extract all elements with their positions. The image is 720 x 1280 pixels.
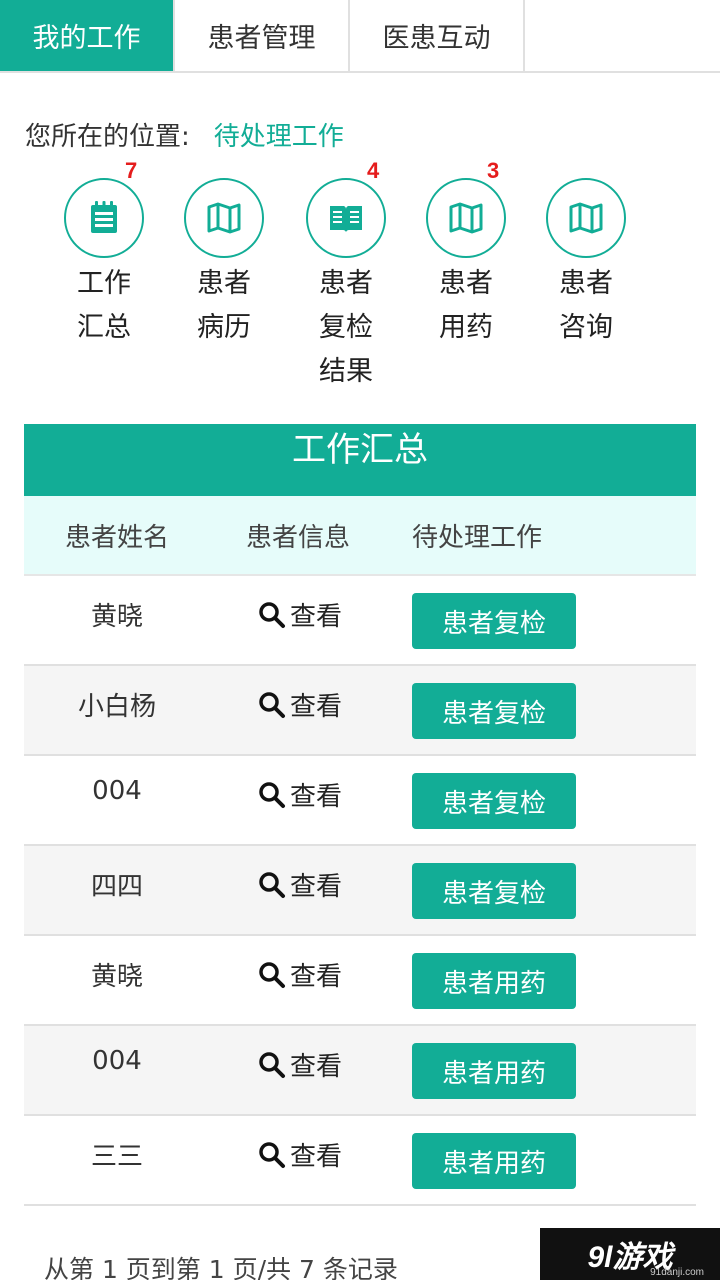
shortcut-patient-medication[interactable]: 3 患者 用药 — [421, 158, 511, 350]
panel-title: 工作汇总 — [24, 424, 696, 496]
table-row: 004 查看 患者用药 — [24, 1026, 696, 1116]
pending-action-button[interactable]: 患者用药 — [412, 1043, 576, 1099]
patient-name: 黄晓 — [90, 602, 143, 632]
breadcrumb-current[interactable]: 待处理工作 — [214, 116, 344, 153]
breadcrumb: 您所在的位置: 待处理工作 — [25, 116, 344, 153]
watermark-domain: 91danji.com — [650, 1267, 704, 1278]
patient-name: 黄晓 — [90, 962, 143, 992]
pending-action-button[interactable]: 患者复检 — [412, 683, 576, 739]
shortcut-patient-records[interactable]: 患者 病历 — [179, 170, 269, 350]
table-row: 黄晓 查看 患者用药 — [24, 936, 696, 1026]
badge-count: 4 — [367, 158, 380, 183]
map-icon — [449, 202, 483, 234]
shortcut-grid: 7 工作 汇总 患者 病历 4 患者 复检 结果 3 患者 用药 患者 咨询 — [0, 158, 720, 390]
notepad-icon — [91, 201, 117, 233]
pending-action-button[interactable]: 患者用药 — [412, 1133, 576, 1189]
map-icon — [569, 202, 603, 234]
tab-patient-management[interactable]: 患者管理 — [175, 0, 350, 71]
shortcut-recheck-results[interactable]: 4 患者 复检 结果 — [301, 158, 391, 394]
shortcut-label: 工作 汇总 — [77, 268, 131, 343]
shortcut-circle[interactable] — [64, 178, 144, 258]
shortcut-label: 患者 复检 结果 — [319, 268, 373, 387]
view-info-link[interactable]: 查看 — [258, 1046, 342, 1083]
search-icon — [259, 871, 285, 898]
patient-name: 三三 — [90, 1142, 143, 1172]
shortcut-label: 患者 病历 — [197, 268, 251, 343]
view-info-link[interactable]: 查看 — [258, 866, 342, 903]
column-header-pending: 待处理工作 — [412, 522, 543, 553]
patient-name: 小白杨 — [77, 692, 156, 722]
search-icon — [259, 1051, 285, 1078]
top-tab-bar: 我的工作 患者管理 医患互动 — [0, 0, 720, 73]
view-info-link[interactable]: 查看 — [258, 686, 342, 723]
tab-doctor-patient-interaction[interactable]: 医患互动 — [350, 0, 525, 71]
view-info-link[interactable]: 查看 — [258, 1136, 342, 1173]
view-info-link[interactable]: 查看 — [258, 956, 342, 993]
pending-action-button[interactable]: 患者用药 — [412, 953, 576, 1009]
pending-action-button[interactable]: 患者复检 — [412, 593, 576, 649]
shortcut-label: 患者 用药 — [439, 268, 493, 343]
pending-action-button[interactable]: 患者复检 — [412, 863, 576, 919]
shortcut-circle[interactable] — [184, 178, 264, 258]
table-header: 患者姓名 患者信息 待处理工作 — [24, 496, 696, 576]
table-row: 小白杨 查看 患者复检 — [24, 666, 696, 756]
search-icon — [259, 961, 285, 988]
book-icon — [330, 206, 362, 232]
shortcut-circle[interactable] — [306, 178, 386, 258]
shortcut-work-summary[interactable]: 7 工作 汇总 — [59, 158, 149, 350]
search-icon — [259, 1141, 285, 1168]
patient-name: 四四 — [90, 872, 143, 902]
shortcut-patient-consultation[interactable]: 患者 咨询 — [541, 170, 631, 350]
table-row: 黄晓 查看 患者复检 — [24, 576, 696, 666]
tab-my-work[interactable]: 我的工作 — [0, 0, 175, 71]
map-icon — [207, 202, 241, 234]
shortcut-label: 患者 咨询 — [559, 268, 613, 343]
column-header-info: 患者信息 — [246, 522, 351, 553]
table-row: 004 查看 患者复检 — [24, 756, 696, 846]
search-icon — [259, 781, 285, 808]
breadcrumb-prefix: 您所在的位置: — [25, 122, 190, 152]
column-header-name: 患者姓名 — [64, 522, 169, 553]
badge-count: 3 — [487, 158, 500, 183]
view-info-link[interactable]: 查看 — [258, 596, 342, 633]
search-icon — [259, 691, 285, 718]
shortcut-circle[interactable] — [426, 178, 506, 258]
shortcut-circle[interactable] — [546, 178, 626, 258]
badge-count: 7 — [125, 158, 138, 183]
patient-name: 004 — [92, 1046, 142, 1076]
table-row: 三三 查看 患者用药 — [24, 1116, 696, 1206]
pending-action-button[interactable]: 患者复检 — [412, 773, 576, 829]
table-row: 四四 查看 患者复检 — [24, 846, 696, 936]
table-body: 黄晓 查看 患者复检 小白杨 查看 患者复检 004 查看 患者复检 四四 查看… — [24, 576, 696, 1206]
view-info-link[interactable]: 查看 — [258, 776, 342, 813]
pagination-info: 从第 1 页到第 1 页/共 7 条记录 — [44, 1255, 398, 1280]
site-watermark: 9l游戏 91danji.com — [540, 1228, 720, 1280]
patient-name: 004 — [92, 776, 142, 806]
search-icon — [259, 601, 285, 628]
